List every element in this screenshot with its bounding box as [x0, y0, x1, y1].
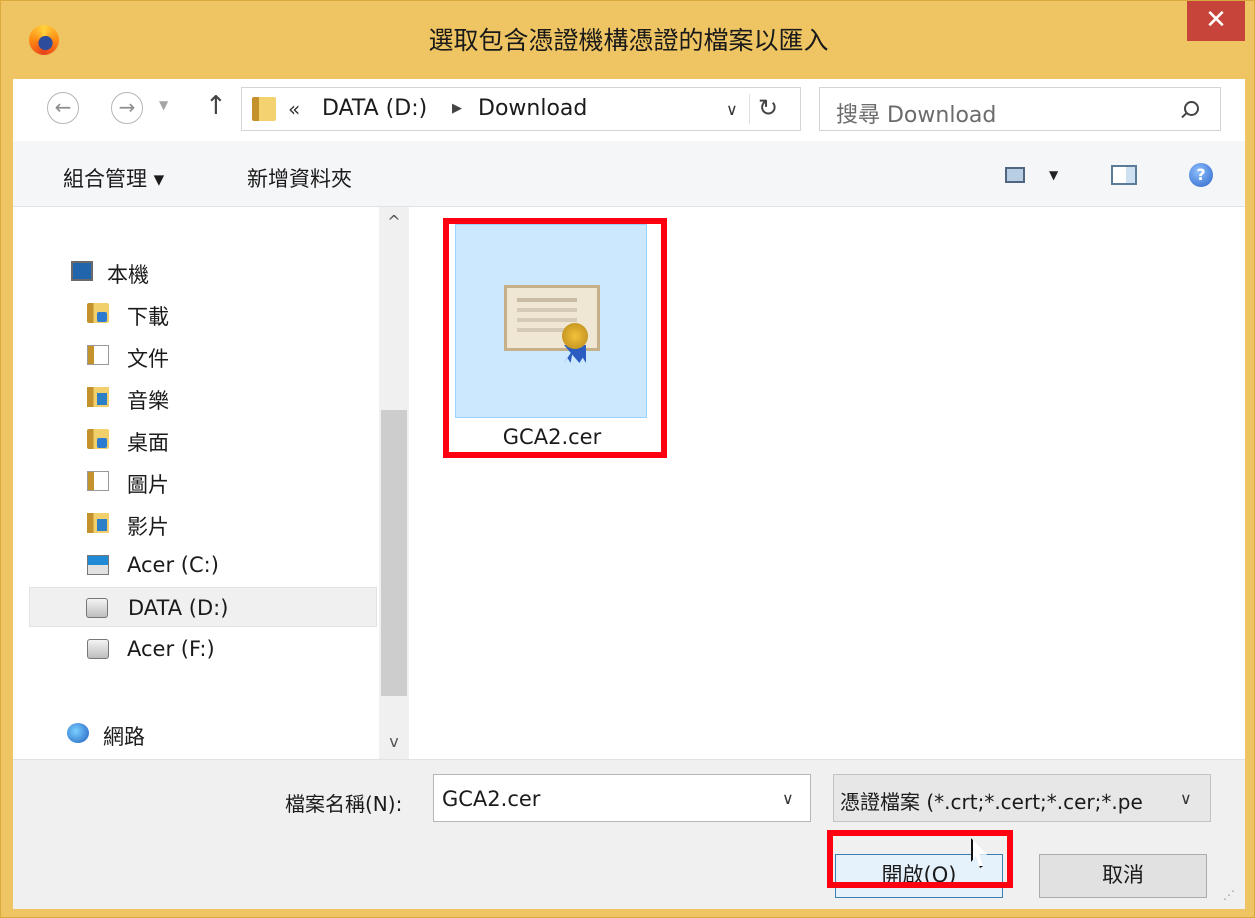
drive-icon — [87, 639, 109, 659]
scroll-thumb[interactable] — [381, 410, 407, 696]
up-button[interactable]: ↑ — [205, 91, 227, 121]
sidebar-item-music[interactable]: 音樂 — [13, 377, 377, 417]
view-options-dropdown-icon[interactable]: ▼ — [1049, 168, 1058, 182]
open-button-highlight-box — [827, 830, 1013, 888]
sidebar-item-label: 本機 — [107, 263, 149, 287]
search-icon[interactable] — [1184, 101, 1199, 116]
folder-icon — [252, 97, 276, 121]
sidebar-item-label: Acer (F:) — [127, 637, 215, 661]
breadcrumb-data-drive[interactable]: DATA (D:) — [322, 96, 427, 121]
dialog-client-area: ← → ▼ ↑ « DATA (D:) ▶ Download ∨ ↻ 搜尋 Do… — [13, 79, 1245, 909]
sidebar-item-acer-c[interactable]: Acer (C:) — [13, 545, 377, 585]
sidebar-item-documents[interactable]: 文件 — [13, 335, 377, 375]
filename-label: 檔案名稱(N): — [285, 792, 403, 816]
file-list-area: GCA2.cer — [415, 207, 1245, 759]
change-view-icon[interactable] — [1005, 167, 1025, 183]
dialog-title: 選取包含憑證機構憑證的檔案以匯入 — [428, 26, 829, 55]
sidebar-item-pictures[interactable]: 圖片 — [13, 461, 377, 501]
cancel-button[interactable]: 取消 — [1039, 854, 1207, 898]
sidebar-item-videos[interactable]: 影片 — [13, 503, 377, 543]
refresh-icon[interactable]: ↻ — [758, 94, 778, 122]
sidebar-item-label: 網路 — [103, 725, 145, 749]
close-button[interactable]: ✕ — [1187, 1, 1245, 41]
music-folder-icon — [87, 387, 109, 407]
filename-dropdown-icon[interactable]: ∨ — [782, 789, 794, 808]
sidebar-item-acer-f[interactable]: Acer (F:) — [13, 629, 377, 669]
file-highlight-box — [443, 218, 667, 458]
navigation-bar: ← → ▼ ↑ « DATA (D:) ▶ Download ∨ ↻ 搜尋 Do… — [13, 79, 1245, 141]
preview-pane-icon[interactable] — [1111, 165, 1137, 185]
sidebar-item-network[interactable]: 網路 — [13, 713, 377, 753]
sidebar-item-label: 文件 — [127, 347, 169, 371]
windows-drive-icon — [87, 555, 109, 575]
file-type-select[interactable]: 憑證檔案 (*.crt;*.cert;*.cer;*.pe ∨ — [833, 774, 1211, 822]
sidebar-item-label: 桌面 — [127, 431, 169, 455]
computer-icon — [71, 261, 93, 281]
title-bar: 選取包含憑證機構憑證的檔案以匯入 ✕ — [1, 1, 1255, 79]
sidebar-item-label: 下載 — [127, 305, 169, 329]
file-type-value: 憑證檔案 (*.crt;*.cert;*.cer;*.pe — [840, 790, 1143, 814]
search-input[interactable]: 搜尋 Download — [836, 97, 996, 129]
command-bar: 組合管理 ▾ 新增資料夾 ▼ ? — [13, 141, 1245, 207]
resize-grip-icon[interactable]: ⋰ — [1223, 888, 1235, 902]
dialog-window: 選取包含憑證機構憑證的檔案以匯入 ✕ ← → ▼ ↑ « DATA (D:) ▶… — [0, 0, 1255, 918]
videos-folder-icon — [87, 513, 109, 533]
sidebar-item-label: Acer (C:) — [127, 553, 219, 577]
documents-folder-icon — [87, 345, 109, 365]
scroll-down-icon[interactable]: v — [379, 727, 409, 757]
recent-locations-dropdown[interactable]: ▼ — [159, 98, 168, 112]
help-icon[interactable]: ? — [1189, 163, 1213, 187]
file-type-dropdown-icon[interactable]: ∨ — [1180, 789, 1192, 808]
breadcrumb-separator-icon[interactable]: ▶ — [452, 101, 462, 116]
sidebar-item-label: 影片 — [127, 515, 169, 539]
organize-menu[interactable]: 組合管理 ▾ — [63, 163, 164, 193]
pictures-folder-icon — [87, 471, 109, 491]
sidebar-item-data-d[interactable]: DATA (D:) — [29, 587, 377, 627]
scroll-up-icon[interactable]: ^ — [379, 207, 409, 237]
footer-panel: 檔案名稱(N): GCA2.cer ∨ 憑證檔案 (*.crt;*.cert;*… — [13, 759, 1245, 909]
desktop-folder-icon — [87, 429, 109, 449]
search-box[interactable]: 搜尋 Download — [819, 87, 1221, 131]
filename-input[interactable]: GCA2.cer ∨ — [433, 774, 811, 822]
sidebar-item-this-pc[interactable]: 本機 — [13, 251, 377, 291]
address-bar[interactable]: « DATA (D:) ▶ Download ∨ ↻ — [241, 87, 801, 131]
downloads-folder-icon — [87, 303, 109, 323]
back-button[interactable]: ← — [47, 92, 79, 124]
breadcrumb-download[interactable]: Download — [478, 96, 587, 121]
filename-value: GCA2.cer — [442, 787, 541, 811]
navigation-pane: 本機 下載 文件 音樂 桌面 圖片 影片 Acer (C:) DATA (D:)… — [13, 207, 409, 759]
drive-icon — [86, 598, 108, 618]
forward-button[interactable]: → — [111, 92, 143, 124]
sidebar-item-desktop[interactable]: 桌面 — [13, 419, 377, 459]
network-icon — [67, 723, 89, 743]
address-dropdown-icon[interactable]: ∨ — [726, 100, 738, 119]
path-overflow-chevron[interactable]: « — [288, 97, 300, 121]
sidebar-item-label: DATA (D:) — [128, 596, 229, 620]
address-divider — [749, 94, 750, 124]
sidebar-item-label: 音樂 — [127, 389, 169, 413]
sidebar-scrollbar[interactable]: ^ v — [379, 207, 409, 759]
new-folder-button[interactable]: 新增資料夾 — [247, 163, 352, 193]
sidebar-item-label: 圖片 — [127, 473, 169, 497]
sidebar-item-downloads[interactable]: 下載 — [13, 293, 377, 333]
